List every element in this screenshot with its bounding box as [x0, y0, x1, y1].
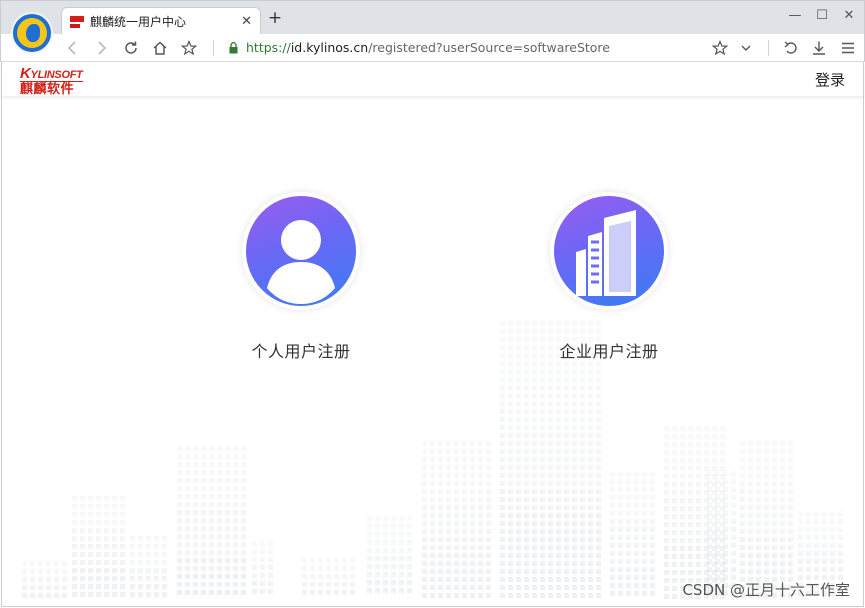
- browser-logo-icon: [11, 12, 53, 54]
- star-icon: [181, 40, 197, 56]
- csdn-watermark: CSDN @正月十六工作室: [682, 581, 850, 599]
- chevron-left-icon: [67, 41, 76, 55]
- personal-register-card[interactable]: 个人用户注册: [221, 192, 381, 362]
- city-skyline-background: [22, 321, 843, 599]
- office-building-icon: [554, 196, 664, 306]
- back-button[interactable]: [63, 38, 83, 58]
- star-icon: [712, 40, 728, 56]
- tab-title: 麒麟统一用户中心: [90, 15, 187, 29]
- registration-page: 个人用户注册 企业用户注册 CSDN @正月十六工作室: [1, 96, 864, 607]
- logo-text-cn: 麒麟软件: [20, 82, 75, 97]
- kylinsoft-logo[interactable]: KYLINSOFT 麒麟软件: [20, 63, 83, 97]
- forward-button[interactable]: [91, 38, 111, 58]
- close-window-button[interactable]: ✕: [840, 8, 858, 24]
- favorites-button[interactable]: [179, 38, 199, 58]
- reload-icon: [125, 41, 137, 54]
- kylin-favicon-icon: [70, 15, 84, 29]
- home-button[interactable]: [150, 38, 170, 58]
- download-icon: [813, 41, 825, 55]
- url-host: id.kylinos.cn: [290, 40, 369, 55]
- personal-icon-ring: [242, 192, 360, 310]
- browser-toolbar: https://id.kylinos.cn/registered?userSou…: [0, 34, 865, 62]
- menu-button[interactable]: [838, 38, 858, 58]
- toolbar-divider: [768, 40, 769, 56]
- reload-button[interactable]: [121, 38, 141, 58]
- enterprise-register-card[interactable]: 企业用户注册: [529, 192, 689, 362]
- logo-text-en: KYLINSOFT: [20, 65, 83, 82]
- minimize-button[interactable]: —: [786, 8, 804, 24]
- home-icon: [153, 41, 167, 55]
- enterprise-register-label: 企业用户注册: [559, 342, 659, 361]
- tab-close-icon[interactable]: ✕: [241, 15, 252, 28]
- personal-register-label: 个人用户注册: [251, 342, 351, 361]
- site-header: KYLINSOFT 麒麟软件 登录: [1, 62, 864, 97]
- url-scheme: https://: [246, 40, 291, 55]
- chevron-right-icon: [98, 41, 107, 55]
- toolbar-divider: [213, 40, 214, 56]
- browser-tab-bar: 麒麟统一用户中心 ✕ + — ☐ ✕: [0, 0, 865, 35]
- enterprise-icon-ring: [550, 192, 668, 310]
- new-tab-button[interactable]: +: [267, 10, 283, 27]
- browser-tab[interactable]: 麒麟统一用户中心 ✕: [61, 7, 261, 35]
- maximize-button[interactable]: ☐: [813, 8, 831, 24]
- user-avatar-icon: [246, 196, 356, 306]
- undo-icon: [784, 41, 797, 54]
- bookmark-page-button[interactable]: [710, 38, 730, 58]
- hamburger-menu-icon: [842, 42, 854, 54]
- url-path: /registered?userSource=softwareStore: [368, 40, 610, 55]
- address-dropdown-button[interactable]: [736, 38, 756, 58]
- lock-icon: [229, 42, 238, 54]
- chevron-down-icon: [741, 45, 751, 51]
- address-bar[interactable]: https://id.kylinos.cn/registered?userSou…: [246, 39, 610, 57]
- login-link[interactable]: 登录: [815, 69, 845, 90]
- undo-close-button[interactable]: [781, 38, 801, 58]
- download-button[interactable]: [809, 38, 829, 58]
